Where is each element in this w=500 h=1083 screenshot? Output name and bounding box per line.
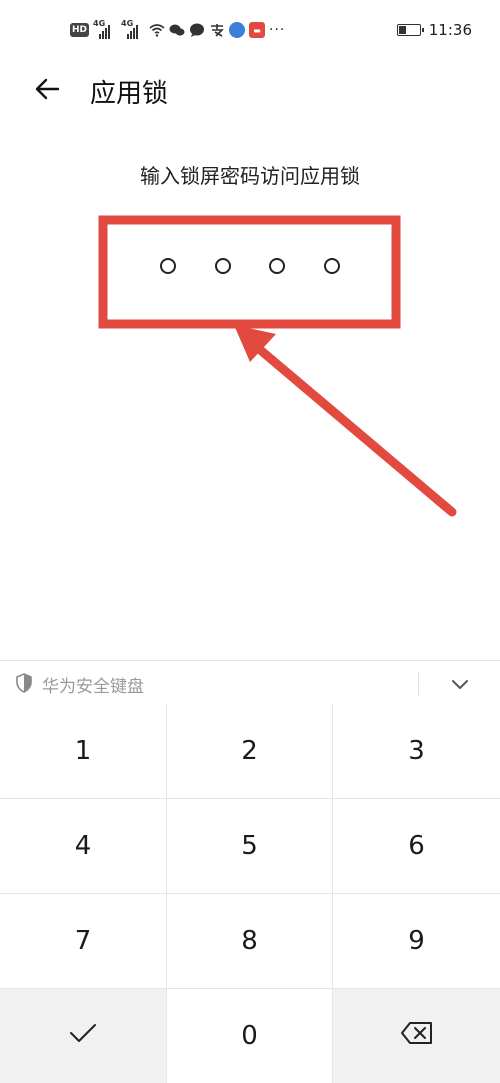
key-9[interactable]: 9 (333, 894, 500, 988)
key-1[interactable]: 1 (0, 704, 166, 798)
secure-keyboard-header: 华为安全键盘 (0, 660, 500, 705)
annotation-overlay (98, 215, 457, 517)
numeric-keypad: 1 2 3 4 5 6 7 8 9 0 (0, 704, 500, 1083)
key-7[interactable]: 7 (0, 894, 166, 988)
checkmark-icon (68, 1021, 98, 1051)
key-4[interactable]: 4 (0, 799, 166, 893)
keyboard-label: 华为安全键盘 (42, 677, 144, 697)
shield-icon (15, 673, 33, 693)
key-8[interactable]: 8 (167, 894, 332, 988)
backspace-icon (400, 1021, 434, 1052)
key-6[interactable]: 6 (333, 799, 500, 893)
divider (418, 673, 419, 695)
key-3[interactable]: 3 (333, 704, 500, 798)
chevron-down-icon[interactable] (448, 673, 472, 695)
annotation-box (98, 215, 401, 329)
key-5[interactable]: 5 (167, 799, 332, 893)
delete-key[interactable] (333, 989, 500, 1083)
confirm-key[interactable] (0, 989, 166, 1083)
annotation-arrow (253, 343, 457, 517)
key-2[interactable]: 2 (167, 704, 332, 798)
key-0[interactable]: 0 (167, 989, 332, 1083)
